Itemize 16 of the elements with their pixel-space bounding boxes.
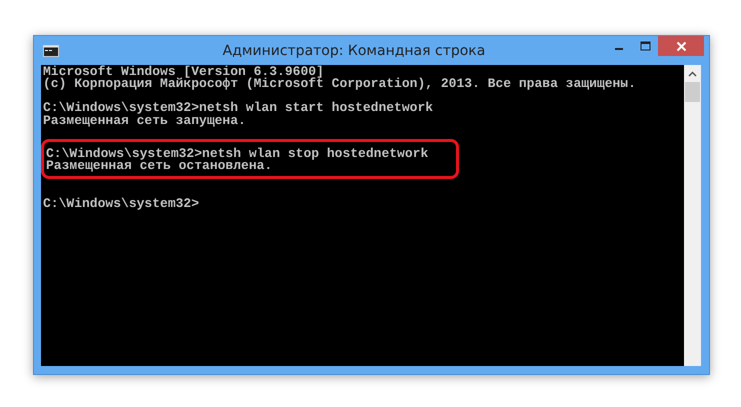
minimize-icon [615, 48, 623, 50]
window-title: Администратор: Командная строка [222, 42, 486, 58]
console-line: C:\Windows\system32>netsh wlan start hostednetwork [43, 102, 434, 115]
close-icon [676, 40, 686, 52]
console-line: Размещенная сеть запущена. [43, 114, 247, 127]
console-line: C:\Windows\system32> [43, 198, 200, 210]
console-icon [43, 44, 59, 56]
maximize-icon [640, 41, 650, 51]
console-line: (c) Корпорация Майкрософт (Microsoft Corporation), 2013. Все права защищены. [43, 78, 636, 90]
console-line: Размещенная сеть остановлена. [46, 160, 274, 172]
close-button[interactable] [658, 36, 704, 56]
console-line: Microsoft Windows [Version 6.3.9600] [43, 66, 325, 78]
scrollbar[interactable] [684, 65, 701, 366]
scroll-up-icon[interactable] [688, 71, 697, 77]
scroll-thumb[interactable] [685, 82, 700, 102]
console-line: C:\Windows\system32>netsh wlan stop hostednetwork [46, 148, 428, 160]
